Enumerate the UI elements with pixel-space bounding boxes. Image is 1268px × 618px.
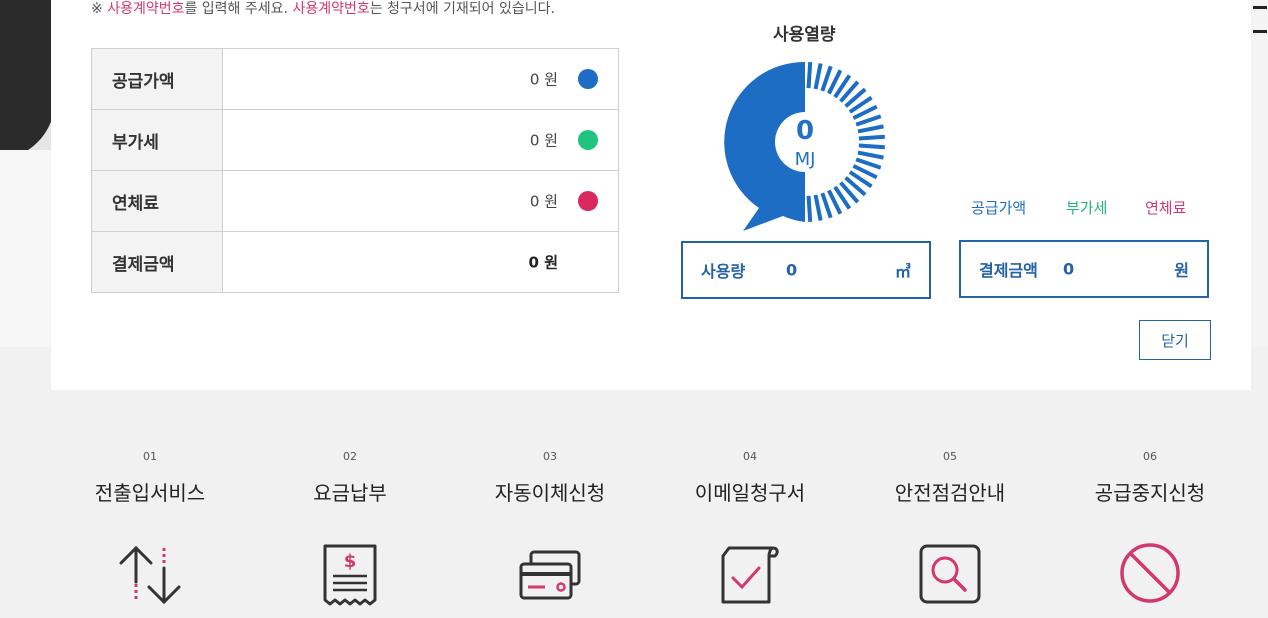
supply-dot <box>578 69 598 89</box>
fee-row-total: 결제금액 0 원 <box>91 231 619 293</box>
fee-label: 결제금액 <box>91 231 223 293</box>
cards-icon <box>519 550 581 600</box>
legend-late-fee: 연체료 <box>1145 199 1187 217</box>
services-row: 01 전출입서비스 02 요금납부 $ 03 자동이체신청 04 이메일청구서 … <box>50 450 1250 618</box>
service-name: 요금납부 <box>313 481 387 505</box>
fee-row-vat: 부가세 0 원 <box>91 109 619 171</box>
service-number: 03 <box>543 450 557 463</box>
transfer-arrows-icon <box>119 545 181 605</box>
usage-value: 0 <box>795 116 815 146</box>
service-item-move[interactable]: 01 전출입서비스 <box>50 450 250 605</box>
fee-label: 공급가액 <box>91 48 223 110</box>
gauge-tick <box>855 157 882 170</box>
service-number: 06 <box>1143 450 1157 463</box>
late-fee-dot <box>578 191 598 211</box>
search-icon <box>919 544 981 604</box>
usage-unit-label: ㎥ <box>894 262 911 281</box>
gauge-tick <box>857 150 884 160</box>
vat-dot <box>578 130 598 150</box>
fee-amount: 0 원 <box>529 70 558 89</box>
payment-amount: 0 <box>1063 259 1075 279</box>
close-button[interactable]: 닫기 <box>1139 320 1211 360</box>
service-item-safety[interactable]: 05 안전점검안내 <box>850 450 1050 604</box>
service-item-payment[interactable]: 02 요금납부 $ <box>250 450 450 606</box>
usage-summary-box: 사용량 0 ㎥ <box>681 241 931 299</box>
background-right-edge <box>1251 0 1268 347</box>
usage-label: 사용량 <box>701 262 746 281</box>
gauge-tick <box>806 195 813 222</box>
service-number: 02 <box>343 450 357 463</box>
service-name: 자동이체신청 <box>494 481 606 505</box>
gauge-tick <box>858 134 885 141</box>
bill-inquiry-panel: ※ 사용계약번호를 입력해 주세요. 사용계약번호는 청구서에 기재되어 있습니… <box>51 0 1251 390</box>
usage-gauge <box>724 61 885 231</box>
gauge-tick <box>813 63 823 90</box>
legend-supply: 공급가액 <box>971 199 1027 217</box>
contract-notice: ※ 사용계약번호를 입력해 주세요. 사용계약번호는 청구서에 기재되어 있습니… <box>91 1 555 17</box>
usage-unit: MJ <box>794 149 816 170</box>
gauge-tick <box>806 62 813 89</box>
service-item-supply-stop[interactable]: 06 공급중지신청 <box>1050 450 1250 603</box>
fee-amount: 0 원 <box>529 192 558 211</box>
prohibit-icon <box>1120 543 1180 603</box>
email-bill-icon <box>721 546 779 604</box>
payment-summary-box: 결제금액 0 원 <box>959 240 1209 298</box>
background-shape <box>0 150 51 347</box>
service-name: 공급중지신청 <box>1094 481 1206 505</box>
service-number: 04 <box>743 450 757 463</box>
service-name: 전출입서비스 <box>94 481 206 505</box>
service-number: 01 <box>143 450 157 463</box>
fee-row-late: 연체료 0 원 <box>91 170 619 232</box>
gauge-tick <box>855 114 882 127</box>
gauge-tick <box>820 65 833 92</box>
receipt-icon: $ <box>323 544 377 606</box>
usage-amount: 0 <box>786 260 798 280</box>
usage-title: 사용열량 <box>773 25 836 45</box>
service-name: 안전점검안내 <box>894 481 1006 505</box>
fee-label: 부가세 <box>91 109 223 171</box>
fee-table: 공급가액 0 원 부가세 0 원 연체료 0 원 결제금액 0 원 <box>91 48 619 293</box>
service-item-autopay[interactable]: 03 자동이체신청 <box>450 450 650 600</box>
legend-vat: 부가세 <box>1066 199 1108 217</box>
payment-unit-label: 원 <box>1174 261 1189 280</box>
gauge-fill <box>724 61 805 231</box>
service-item-email-bill[interactable]: 04 이메일청구서 <box>650 450 850 604</box>
fee-amount: 0 원 <box>528 253 558 272</box>
fee-amount: 0 원 <box>529 131 558 150</box>
gauge-tick <box>820 192 833 219</box>
service-number: 05 <box>943 450 957 463</box>
service-name: 이메일청구서 <box>694 481 806 505</box>
svg-text:$: $ <box>344 551 357 572</box>
background-hair <box>0 0 55 160</box>
gauge-tick <box>813 194 823 221</box>
fee-row-supply: 공급가액 0 원 <box>91 48 619 110</box>
fee-label: 연체료 <box>91 170 223 232</box>
gauge-tick <box>858 143 885 150</box>
gauge-tick <box>857 124 884 134</box>
payment-label: 결제금액 <box>979 261 1038 280</box>
